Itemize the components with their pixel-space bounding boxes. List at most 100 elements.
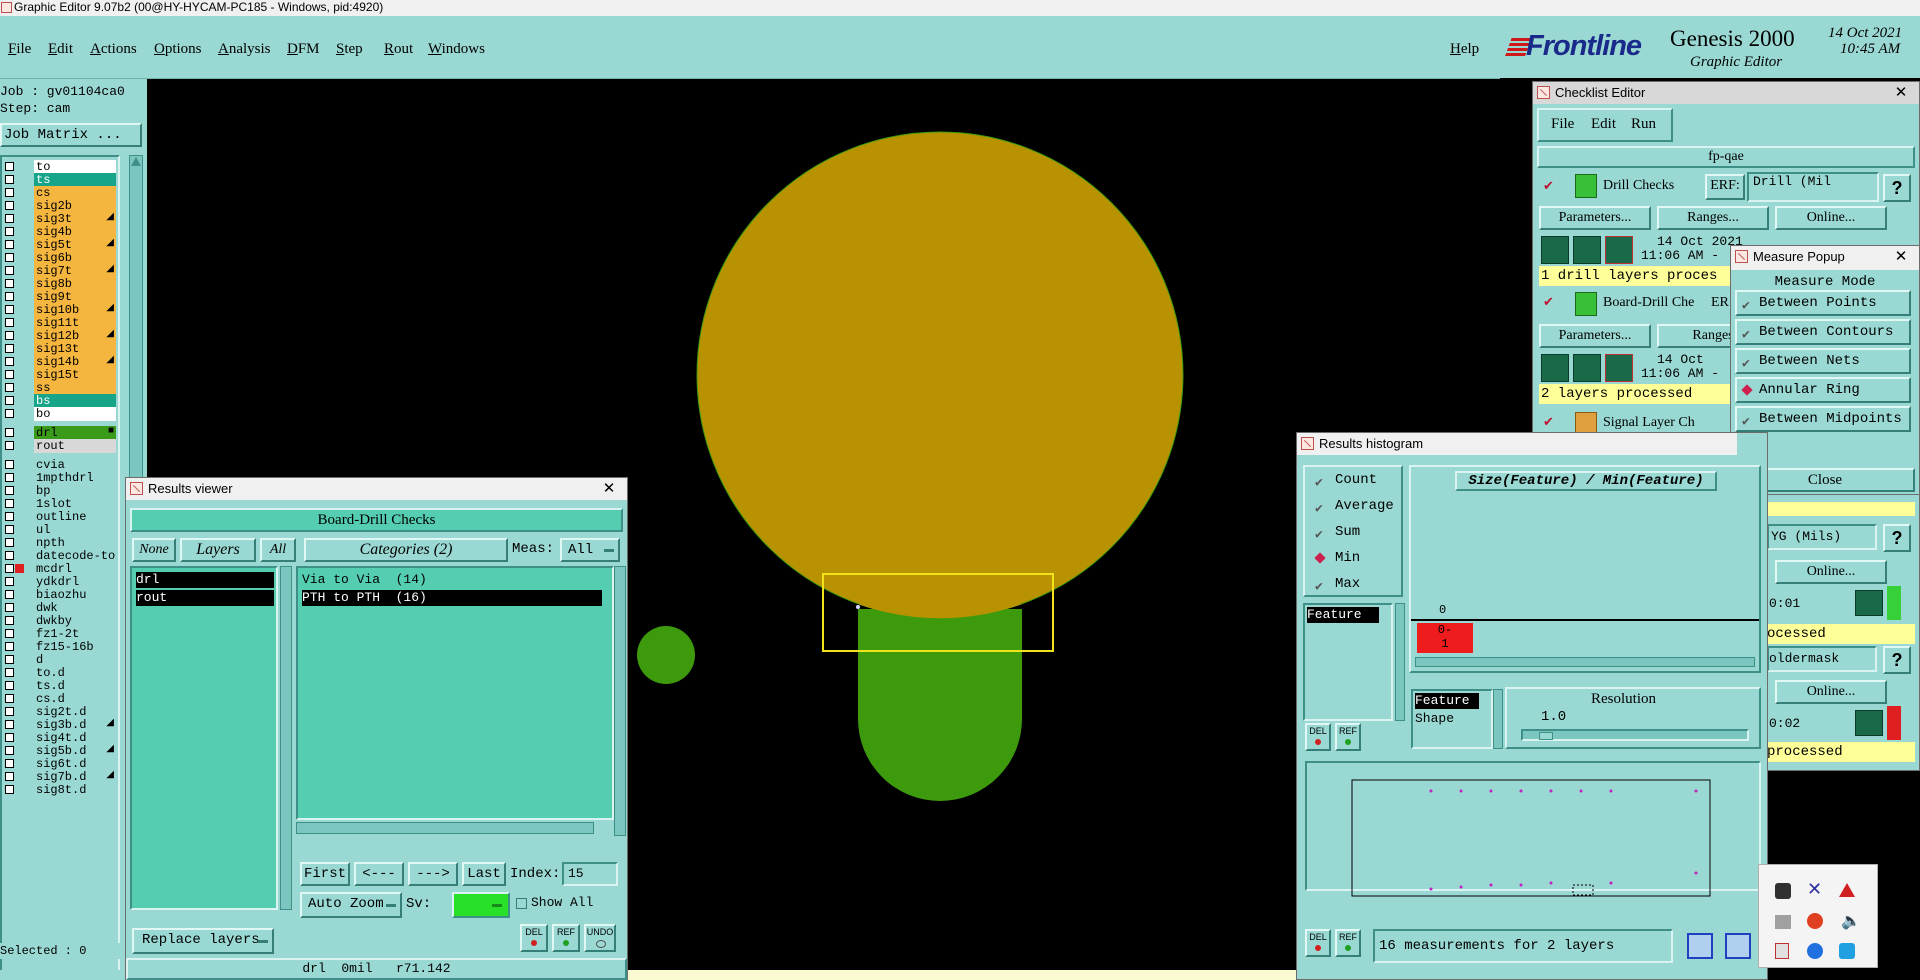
- zoom-result-icon[interactable]: [1855, 590, 1883, 616]
- layer-checkbox[interactable]: [5, 441, 14, 450]
- ranges-button[interactable]: Ranges...: [1657, 206, 1769, 230]
- layer-checkbox[interactable]: [5, 746, 14, 755]
- layer-checkbox[interactable]: [5, 590, 14, 599]
- layer-checkbox[interactable]: [5, 473, 14, 482]
- tray-app-icon-5[interactable]: [1807, 913, 1823, 929]
- rv-layer-item-rout[interactable]: rout: [136, 590, 274, 606]
- layer-checkbox[interactable]: [5, 499, 14, 508]
- rv-first-button[interactable]: First: [300, 862, 350, 886]
- resolution-slider-handle[interactable]: [1539, 732, 1553, 740]
- run-selected-icon[interactable]: [1573, 236, 1601, 264]
- parameters-button[interactable]: Parameters...: [1539, 206, 1651, 230]
- lower-online-button[interactable]: Online...: [1775, 560, 1887, 584]
- layer-checkbox[interactable]: [5, 175, 14, 184]
- layer-checkbox[interactable]: [5, 629, 14, 638]
- layer-checkbox[interactable]: [5, 694, 14, 703]
- layer-checkbox[interactable]: [5, 564, 14, 573]
- layer-checkbox[interactable]: [5, 668, 14, 677]
- drill-checks-icon[interactable]: [1575, 174, 1597, 198]
- layer-checkbox[interactable]: [5, 188, 14, 197]
- hist-ref-button[interactable]: REF: [1335, 723, 1361, 751]
- menu-edit[interactable]: Edit: [48, 34, 73, 64]
- layer-name[interactable]: rout: [34, 439, 116, 453]
- erf-input[interactable]: Drill (Mil: [1747, 172, 1879, 202]
- option-max[interactable]: ✔ Max: [1313, 573, 1360, 595]
- layer-checkbox[interactable]: [5, 525, 14, 534]
- feature-shape-scrollbar[interactable]: [1493, 689, 1503, 749]
- rv-show-all-checkbox[interactable]: [516, 898, 527, 909]
- layer-checkbox[interactable]: [5, 512, 14, 521]
- layer-checkbox[interactable]: [5, 253, 14, 262]
- rv-replace-layers-dropdown[interactable]: Replace layers: [132, 928, 274, 954]
- layer-checkbox[interactable]: [5, 733, 14, 742]
- check-enabled-icon[interactable]: ✔: [1543, 294, 1554, 310]
- rv-sv-color-dropdown[interactable]: [452, 892, 510, 918]
- option-sum[interactable]: ✔ Sum: [1313, 521, 1360, 543]
- layer-checkbox[interactable]: [5, 344, 14, 353]
- layer-checkbox[interactable]: [5, 214, 14, 223]
- layer-row[interactable]: bo: [2, 406, 120, 422]
- menu-dfm[interactable]: DFM: [287, 34, 320, 64]
- layer-checkbox[interactable]: [5, 681, 14, 690]
- tray-app-icon-4[interactable]: [1775, 915, 1791, 929]
- small-via[interactable]: [637, 626, 695, 684]
- measure-between-nets[interactable]: ✔ Between Nets: [1735, 348, 1911, 374]
- layer-row[interactable]: sig8t.d: [2, 782, 120, 798]
- rv-meas-dropdown[interactable]: All: [560, 538, 620, 562]
- layer-checkbox[interactable]: [5, 279, 14, 288]
- layer-checkbox[interactable]: [5, 642, 14, 651]
- histogram-bin[interactable]: 0- 1: [1417, 623, 1473, 653]
- zoom-result-icon-2[interactable]: [1855, 710, 1883, 736]
- signal-layer-icon[interactable]: [1575, 412, 1597, 434]
- measure-annular-ring[interactable]: Annular Ring: [1735, 377, 1911, 403]
- menu-rout[interactable]: Rout: [384, 34, 413, 64]
- histogram-hscrollbar[interactable]: [1415, 657, 1755, 667]
- layout-icon-2[interactable]: [1725, 933, 1751, 959]
- board-parameters-button[interactable]: Parameters...: [1539, 324, 1651, 348]
- layer-checkbox[interactable]: [5, 616, 14, 625]
- run-icon[interactable]: [1541, 236, 1569, 264]
- rv-ref-button[interactable]: REF: [552, 924, 580, 952]
- rv-prev-button[interactable]: <---: [354, 862, 404, 886]
- layer-checkbox[interactable]: [5, 603, 14, 612]
- close-icon[interactable]: ✕: [1887, 84, 1915, 102]
- menu-windows[interactable]: Windows: [428, 34, 485, 64]
- rv-next-button[interactable]: --->: [408, 862, 458, 886]
- tray-app-icon-3[interactable]: [1839, 883, 1855, 897]
- rout-slot[interactable]: [858, 609, 1022, 801]
- option-min[interactable]: Min: [1313, 547, 1360, 569]
- stop-run-icon[interactable]: [1605, 236, 1633, 264]
- layer-checkbox[interactable]: [5, 785, 14, 794]
- rv-layers-button[interactable]: Layers: [180, 538, 256, 562]
- layer-checkbox[interactable]: [5, 551, 14, 560]
- feature-option[interactable]: Feature: [1415, 693, 1479, 709]
- rv-index-input[interactable]: 15: [562, 862, 618, 886]
- rv-auto-zoom-dropdown[interactable]: Auto Zoom: [300, 892, 402, 918]
- board-stop-run-icon[interactable]: [1605, 354, 1633, 382]
- layer-checkbox[interactable]: [5, 305, 14, 314]
- tray-app-icon-7[interactable]: [1775, 943, 1789, 959]
- lower-online-button-2[interactable]: Online...: [1775, 680, 1887, 704]
- measure-between-contours[interactable]: ✔ Between Contours: [1735, 319, 1911, 345]
- layer-checkbox[interactable]: [5, 538, 14, 547]
- layer-checkbox[interactable]: [5, 227, 14, 236]
- layer-checkbox[interactable]: [5, 460, 14, 469]
- rv-category-hscrollbar[interactable]: [296, 822, 594, 834]
- rv-layer-item-drl[interactable]: drl: [136, 572, 274, 588]
- check-enabled-icon[interactable]: ✔: [1543, 414, 1554, 430]
- close-icon[interactable]: ✕: [1887, 248, 1915, 266]
- feature-item[interactable]: Feature: [1307, 607, 1379, 623]
- layer-row[interactable]: rout: [2, 438, 120, 454]
- menu-actions[interactable]: Actions: [90, 34, 137, 64]
- layer-checkbox[interactable]: [5, 486, 14, 495]
- layer-checkbox[interactable]: [5, 240, 14, 249]
- layer-checkbox[interactable]: [5, 428, 14, 437]
- checklist-menu-file[interactable]: File: [1551, 116, 1574, 133]
- lower-erf-input[interactable]: YG (Mils): [1767, 524, 1877, 550]
- layer-checkbox[interactable]: [5, 409, 14, 418]
- menu-help[interactable]: Help: [1450, 34, 1479, 64]
- rv-category-listbox[interactable]: Via to Via (14) PTH to PTH (16): [296, 566, 614, 820]
- lower-soldermask-input[interactable]: oldermask: [1767, 646, 1877, 672]
- rv-category-item-via[interactable]: Via to Via (14): [302, 572, 602, 588]
- layout-icon[interactable]: [1687, 933, 1713, 959]
